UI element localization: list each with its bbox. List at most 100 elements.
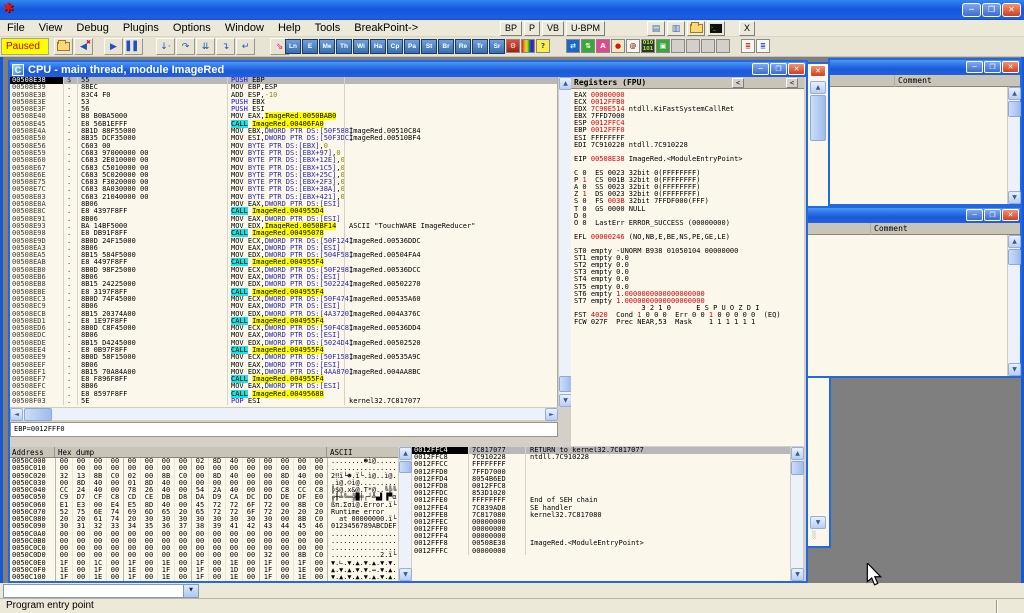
scrollbar-thumb[interactable]: [810, 95, 826, 141]
step-over-button[interactable]: ↷: [176, 38, 195, 55]
comment-list-body[interactable]: [808, 235, 1007, 376]
trace-over-button[interactable]: ↴: [216, 38, 235, 55]
pane-button-br[interactable]: Br: [438, 39, 454, 54]
spiral-icon[interactable]: @: [626, 39, 640, 53]
command-combobox[interactable]: ▼: [3, 584, 199, 598]
scrollbar-thumb[interactable]: [24, 408, 52, 421]
disasm-row[interactable]: 00508E3B.83C4 F0ADD ESP,-10: [10, 92, 557, 99]
blank-button[interactable]: [701, 39, 715, 53]
disassembly-hscrollbar[interactable]: ◄ ►: [10, 407, 558, 420]
comment-list-body[interactable]: [830, 87, 1007, 204]
restart-button[interactable]: ◀✖: [74, 38, 93, 55]
registers-prev-button[interactable]: <: [732, 78, 744, 88]
scrollbar-thumb[interactable]: [1008, 249, 1021, 265]
pane-button-re[interactable]: Re: [455, 39, 471, 54]
column-header[interactable]: Comment: [830, 75, 1020, 87]
pane-button-cp[interactable]: Cp: [387, 39, 403, 54]
list-blue-icon[interactable]: ≣: [756, 39, 770, 53]
resize-grip[interactable]: ░: [812, 531, 816, 539]
pane-button-pa[interactable]: Pa: [404, 39, 420, 54]
dump-pane[interactable]: Address Hex dump ASCII 0050C000000000000…: [10, 447, 398, 581]
pane-button-e[interactable]: E: [302, 39, 318, 54]
vb-button[interactable]: VB: [542, 21, 564, 36]
run-button[interactable]: ▶: [104, 38, 123, 55]
stack-vscrollbar[interactable]: ▲ ▼: [790, 447, 803, 581]
step-into-button[interactable]: ↓·: [156, 38, 175, 55]
minimize-button[interactable]: ─: [966, 61, 983, 73]
dump-vscrollbar[interactable]: ▲ ▼: [398, 447, 411, 581]
register-line[interactable]: EIP 00508E38 ImageRed.<ModuleEntryPoint>: [574, 156, 804, 163]
stack-row[interactable]: 0012FFCCFFFFFFFF: [412, 461, 790, 468]
stack-row[interactable]: 0012FFC47C817077RETURN to kernel32.7C817…: [412, 447, 790, 454]
window-grid-icon[interactable]: ▣: [656, 39, 670, 53]
scroll-right-button[interactable]: ►: [545, 408, 558, 421]
menu-item-plugins[interactable]: Plugins: [116, 20, 166, 34]
register-line[interactable]: FCW 027F Prec NEAR,53 Mask 1 1 1 1 1 1: [574, 319, 804, 326]
blank-button[interactable]: [686, 39, 700, 53]
close-button[interactable]: ✕: [1002, 3, 1021, 17]
dropdown-arrow-icon[interactable]: ▼: [183, 585, 198, 597]
execute-till-return-button[interactable]: ↵: [236, 38, 255, 55]
minimize-button[interactable]: ─: [962, 3, 981, 17]
registers-next-button[interactable]: <: [786, 78, 798, 88]
restore-button[interactable]: ❐: [770, 63, 787, 75]
folder-icon[interactable]: [687, 21, 705, 36]
scroll-up-button[interactable]: ▲: [399, 447, 412, 460]
comment-window-bottom[interactable]: ─ ❐ ✕ Comment ▲ ▼: [806, 206, 1022, 378]
scrollbar[interactable]: ▲ ▼: [1007, 235, 1020, 376]
close-button[interactable]: ✕: [788, 63, 805, 75]
scroll-down-button[interactable]: ▼: [810, 516, 826, 529]
pane-button-wi[interactable]: Wi: [353, 39, 369, 54]
stack-row[interactable]: 0012FFF000000000: [412, 526, 790, 533]
ubpm-button[interactable]: U-BPM: [566, 21, 605, 36]
register-line[interactable]: EDI 7C910228 ntdll.7C910228: [574, 142, 804, 149]
pane-button-me[interactable]: Me: [319, 39, 335, 54]
column-header[interactable]: Comment: [808, 223, 1020, 235]
scroll-down-button[interactable]: ▼: [1008, 363, 1021, 376]
blank-button[interactable]: [716, 39, 730, 53]
disasm-row[interactable]: 00508F03.5EPOP ESIkernel32.7C817077: [10, 398, 557, 405]
pane-button-st[interactable]: St: [421, 39, 437, 54]
dump-hex-header[interactable]: Hex dump: [55, 447, 327, 457]
scrollbar-thumb[interactable]: [1008, 101, 1021, 117]
notepad-icon[interactable]: ▤: [647, 21, 665, 36]
pause-button[interactable]: ▌▌: [124, 38, 143, 55]
maximize-button[interactable]: ❐: [984, 61, 1001, 73]
stack-row[interactable]: 0012FFE87C817080kernel32.7C817080: [412, 512, 790, 519]
menu-item-options[interactable]: Options: [166, 20, 218, 34]
dump-address-header[interactable]: Address: [10, 447, 55, 457]
stack-row[interactable]: 0012FFC87C910228ntdll.7C910228: [412, 454, 790, 461]
cpu-window[interactable]: C CPU - main thread, module ImageRed ─ ❐…: [8, 60, 808, 583]
register-line[interactable]: O 0 LastErr ERROR_SUCCESS (00000000): [574, 220, 804, 227]
menu-item-help[interactable]: Help: [271, 20, 308, 34]
minimize-button[interactable]: ─: [752, 63, 769, 75]
registers-body[interactable]: EAX 00000000ECX 0012FFB0EDX 7C90E514 ntd…: [571, 89, 804, 326]
updown-arrows-icon[interactable]: ⇅: [581, 39, 595, 53]
disassembly-pane[interactable]: 00508E38$55PUSH EBP00508E39.8BECMOV EBP,…: [10, 77, 558, 407]
menu-item-breakpoint[interactable]: BreakPoint->: [347, 20, 425, 34]
stack-row[interactable]: 0012FFD48054B6ED: [412, 476, 790, 483]
scroll-down-button[interactable]: ▼: [791, 568, 804, 581]
info-pane[interactable]: EBP=0012FFF0: [10, 422, 558, 437]
comment-window-top[interactable]: ─ ❐ ✕ Comment ▲ ▼: [828, 58, 1022, 206]
maximize-button[interactable]: ❐: [984, 209, 1001, 221]
open-file-button[interactable]: [54, 38, 73, 55]
bp-button[interactable]: BP: [500, 21, 522, 36]
menu-item-debug[interactable]: Debug: [69, 20, 115, 34]
menu-item-file[interactable]: File: [0, 20, 32, 34]
list-red-icon[interactable]: ≣: [741, 39, 755, 53]
stack-row[interactable]: 0012FFE0FFFFFFFFEnd of SEH chain: [412, 497, 790, 504]
stack-row[interactable]: 0012FFD07FFD7000: [412, 469, 790, 476]
disasm-row[interactable]: 00508EFE.E8 8597F8FFCALL ImageRed.004956…: [10, 391, 557, 398]
options-gear-icon[interactable]: ⚙: [506, 39, 520, 53]
cpu-titlebar[interactable]: C CPU - main thread, module ImageRed ─ ❐…: [10, 62, 806, 77]
menu-item-view[interactable]: View: [32, 20, 70, 34]
dump-ascii-header[interactable]: ASCII: [327, 447, 398, 457]
scroll-left-button[interactable]: ◄: [10, 408, 23, 421]
scrollbar[interactable]: ▲ ▼: [1007, 87, 1020, 204]
swap-arrows-icon[interactable]: ⇄: [566, 39, 580, 53]
restore-button[interactable]: ❐: [982, 3, 1001, 17]
p-button[interactable]: P: [524, 21, 540, 36]
minimize-button[interactable]: ─: [966, 209, 983, 221]
binary-icon[interactable]: 010101: [641, 39, 655, 53]
